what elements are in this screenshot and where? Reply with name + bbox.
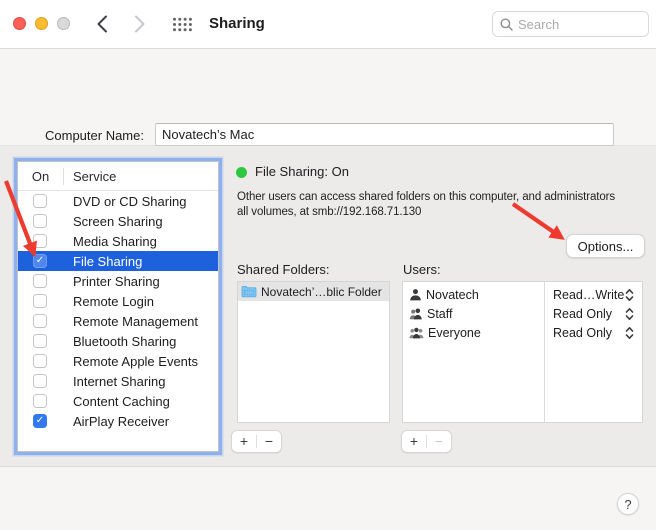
service-label: Remote Management bbox=[73, 314, 198, 329]
service-label: File Sharing bbox=[73, 254, 142, 269]
users-label: Users: bbox=[403, 262, 441, 277]
stepper-chevrons-icon[interactable] bbox=[625, 307, 634, 321]
grid-icon bbox=[172, 17, 193, 32]
page-title: Sharing bbox=[209, 15, 265, 32]
service-label: AirPlay Receiver bbox=[73, 414, 169, 429]
user-name: Staff bbox=[427, 307, 452, 321]
service-checkbox[interactable] bbox=[33, 354, 47, 368]
service-row[interactable]: Content Caching bbox=[18, 391, 218, 411]
service-row[interactable]: Internet Sharing bbox=[18, 371, 218, 391]
search-field[interactable] bbox=[492, 11, 649, 37]
forward-button[interactable] bbox=[134, 15, 146, 33]
permission-popup[interactable]: Read Only bbox=[544, 307, 642, 321]
service-checkbox[interactable] bbox=[33, 274, 47, 288]
services-list-header: On Service bbox=[18, 162, 218, 191]
help-button[interactable]: ? bbox=[617, 493, 639, 515]
user-row[interactable]: Novatech Read…Write bbox=[403, 285, 642, 304]
shared-folder-name: Novatech’…blic Folder bbox=[261, 285, 382, 299]
on-column-header: On bbox=[18, 169, 63, 184]
service-checkbox[interactable] bbox=[33, 194, 47, 208]
service-checkbox[interactable] bbox=[33, 334, 47, 348]
permission-value: Read Only bbox=[553, 307, 612, 321]
main-section: On Service DVD or CD Sharing Screen Shar… bbox=[0, 146, 656, 467]
shared-folders-add-remove: + − bbox=[231, 430, 282, 453]
service-label: Media Sharing bbox=[73, 234, 157, 249]
service-label: Internet Sharing bbox=[73, 374, 166, 389]
service-checkbox[interactable] bbox=[33, 234, 47, 248]
shared-folders-add-button[interactable]: + bbox=[232, 431, 256, 452]
service-label: Remote Login bbox=[73, 294, 154, 309]
service-checkbox[interactable] bbox=[33, 314, 47, 328]
service-label: Bluetooth Sharing bbox=[73, 334, 176, 349]
file-sharing-status: File Sharing: On bbox=[255, 164, 349, 179]
permission-value: Read…Write bbox=[553, 288, 624, 302]
service-row[interactable]: Bluetooth Sharing bbox=[18, 331, 218, 351]
service-label: Remote Apple Events bbox=[73, 354, 198, 369]
public-folder-icon bbox=[241, 285, 257, 298]
users-remove-button[interactable]: − bbox=[427, 431, 451, 452]
single-user-icon bbox=[409, 288, 422, 301]
services-list[interactable]: On Service DVD or CD Sharing Screen Shar… bbox=[17, 161, 219, 452]
file-sharing-description-line1: Other users can access shared folders on… bbox=[237, 191, 615, 203]
permission-popup[interactable]: Read…Write bbox=[544, 288, 642, 302]
users-add-button[interactable]: + bbox=[402, 431, 426, 452]
user-row[interactable]: Staff Read Only bbox=[403, 304, 642, 323]
service-column-header: Service bbox=[64, 169, 116, 184]
shared-folder-row[interactable]: Novatech’…blic Folder bbox=[238, 282, 389, 301]
zoom-window-button[interactable] bbox=[57, 17, 70, 30]
search-input[interactable] bbox=[518, 17, 641, 32]
service-checkbox[interactable] bbox=[33, 294, 47, 308]
close-window-button[interactable] bbox=[13, 17, 26, 30]
stepper-chevrons-icon[interactable] bbox=[625, 326, 634, 340]
computer-name-input[interactable] bbox=[155, 123, 614, 146]
show-all-preferences-button[interactable] bbox=[172, 17, 193, 37]
status-indicator-dot bbox=[236, 167, 247, 178]
service-row[interactable]: Remote Apple Events bbox=[18, 351, 218, 371]
user-row[interactable]: Everyone Read Only bbox=[403, 323, 642, 342]
service-label: Content Caching bbox=[73, 394, 170, 409]
group-users-icon bbox=[409, 326, 424, 339]
users-list[interactable]: Novatech Read…Write bbox=[402, 281, 643, 423]
two-users-icon bbox=[409, 307, 423, 320]
footer: ? bbox=[0, 467, 656, 530]
chevron-left-icon bbox=[96, 15, 108, 33]
service-row[interactable]: Screen Sharing bbox=[18, 211, 218, 231]
service-row[interactable]: Printer Sharing bbox=[18, 271, 218, 291]
computer-name-section: Computer Name: Computers on your local n… bbox=[0, 49, 656, 146]
shared-folders-list[interactable]: Novatech’…blic Folder bbox=[237, 281, 390, 423]
user-name: Everyone bbox=[428, 326, 481, 340]
back-button[interactable] bbox=[96, 15, 108, 33]
service-checkbox[interactable] bbox=[33, 254, 47, 268]
service-checkbox[interactable] bbox=[33, 414, 47, 428]
computer-name-label: Computer Name: bbox=[45, 128, 144, 143]
stepper-chevrons-icon[interactable] bbox=[625, 288, 634, 302]
service-checkbox[interactable] bbox=[33, 394, 47, 408]
service-row[interactable]: File Sharing bbox=[18, 251, 218, 271]
service-label: Printer Sharing bbox=[73, 274, 160, 289]
chevron-right-icon bbox=[134, 15, 146, 33]
users-add-remove: + − bbox=[401, 430, 452, 453]
minimize-window-button[interactable] bbox=[35, 17, 48, 30]
toolbar: Sharing bbox=[0, 0, 656, 49]
file-sharing-description-line2: all volumes, at smb://192.168.71.130 bbox=[237, 206, 421, 218]
options-button[interactable]: Options... bbox=[566, 234, 645, 258]
shared-folders-label: Shared Folders: bbox=[237, 262, 330, 277]
service-label: DVD or CD Sharing bbox=[73, 194, 186, 209]
permission-popup[interactable]: Read Only bbox=[544, 326, 642, 340]
service-row[interactable]: Remote Login bbox=[18, 291, 218, 311]
user-name: Novatech bbox=[426, 288, 479, 302]
search-icon bbox=[500, 18, 513, 31]
service-label: Screen Sharing bbox=[73, 214, 163, 229]
sharing-preferences-window: Sharing Computer Name: Computers on your… bbox=[0, 0, 656, 530]
service-row[interactable]: AirPlay Receiver bbox=[18, 411, 218, 431]
service-row[interactable]: Media Sharing bbox=[18, 231, 218, 251]
shared-folders-remove-button[interactable]: − bbox=[257, 431, 281, 452]
service-row[interactable]: DVD or CD Sharing bbox=[18, 191, 218, 211]
permission-value: Read Only bbox=[553, 326, 612, 340]
service-checkbox[interactable] bbox=[33, 374, 47, 388]
service-checkbox[interactable] bbox=[33, 214, 47, 228]
service-row[interactable]: Remote Management bbox=[18, 311, 218, 331]
